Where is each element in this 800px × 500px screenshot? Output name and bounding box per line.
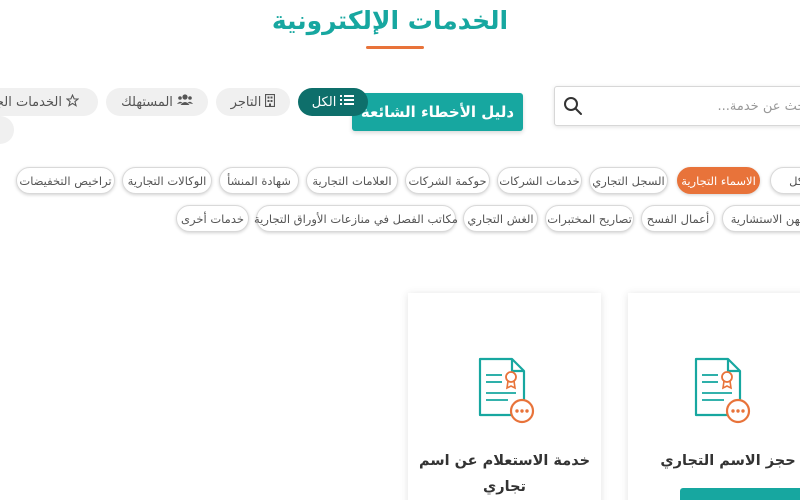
tab-overflow[interactable] [0, 116, 14, 144]
tab-merchant-label: التاجر [230, 94, 262, 110]
page-title: الخدمات الإلكترونية [271, 6, 509, 35]
certificate-document-icon [686, 355, 756, 425]
list-icon [340, 94, 355, 110]
chip-discount-licenses[interactable]: تراخيص التخفيضات [16, 167, 115, 194]
certificate-document-icon [470, 355, 540, 425]
chip-certificate-of-origin[interactable]: شهادة المنشأ [219, 167, 299, 194]
tab-all-label: الكل [311, 94, 337, 110]
building-icon [265, 93, 276, 111]
tab-new-services[interactable]: الخدمات الجد [0, 88, 98, 116]
chip-company-services[interactable]: خدمات الشركات [497, 167, 582, 194]
chip-commercial-agencies[interactable]: الوكالات التجارية [122, 167, 212, 194]
tab-consumer-label: المستهلك [121, 94, 173, 110]
chip-trade-names[interactable]: الاسماء التجارية [677, 167, 760, 194]
chip-trademarks[interactable]: العلامات التجارية [306, 167, 398, 194]
title-underline [366, 46, 424, 49]
service-card[interactable]: خدمة الاستعلام عن اسم تجاري [408, 293, 601, 500]
tab-all[interactable]: الكل [298, 88, 368, 116]
service-card[interactable]: حجز الاسم التجاري [628, 293, 800, 500]
chip-commercial-fraud[interactable]: الغش التجاري [463, 205, 538, 232]
search-input[interactable] [593, 87, 800, 125]
service-card-button[interactable] [680, 488, 800, 500]
chip-other-services[interactable]: خدمات أخرى [176, 205, 249, 232]
chip-clearance-works[interactable]: أعمال الفسح [641, 205, 715, 232]
search-box[interactable] [554, 86, 800, 126]
chip-commercial-register[interactable]: السجل التجاري [589, 167, 668, 194]
service-card-title: حجز الاسم التجاري [660, 453, 796, 469]
tab-consumer[interactable]: المستهلك [106, 88, 208, 116]
service-card-title: خدمة الاستعلام عن اسم تجاري [418, 453, 591, 495]
chip-consulting-professions[interactable]: المهن الاستشارية [722, 205, 800, 232]
users-icon [176, 94, 193, 110]
tab-merchant[interactable]: التاجر [216, 88, 290, 116]
chip-commercial-papers-disputes[interactable]: مكاتب الفصل في منازعات الأوراق التجارية [254, 205, 458, 232]
search-icon[interactable] [563, 96, 583, 116]
tab-new-services-label: الخدمات الجد [0, 94, 62, 110]
chip-corporate-governance[interactable]: حوكمة الشركات [405, 167, 490, 194]
faq-guide-button[interactable]: دليل الأخطاء الشائعة [352, 93, 523, 131]
chip-all[interactable]: الكل [770, 167, 800, 194]
star-icon [65, 93, 80, 111]
chip-lab-permits[interactable]: تصاريح المختبرات [545, 205, 634, 232]
